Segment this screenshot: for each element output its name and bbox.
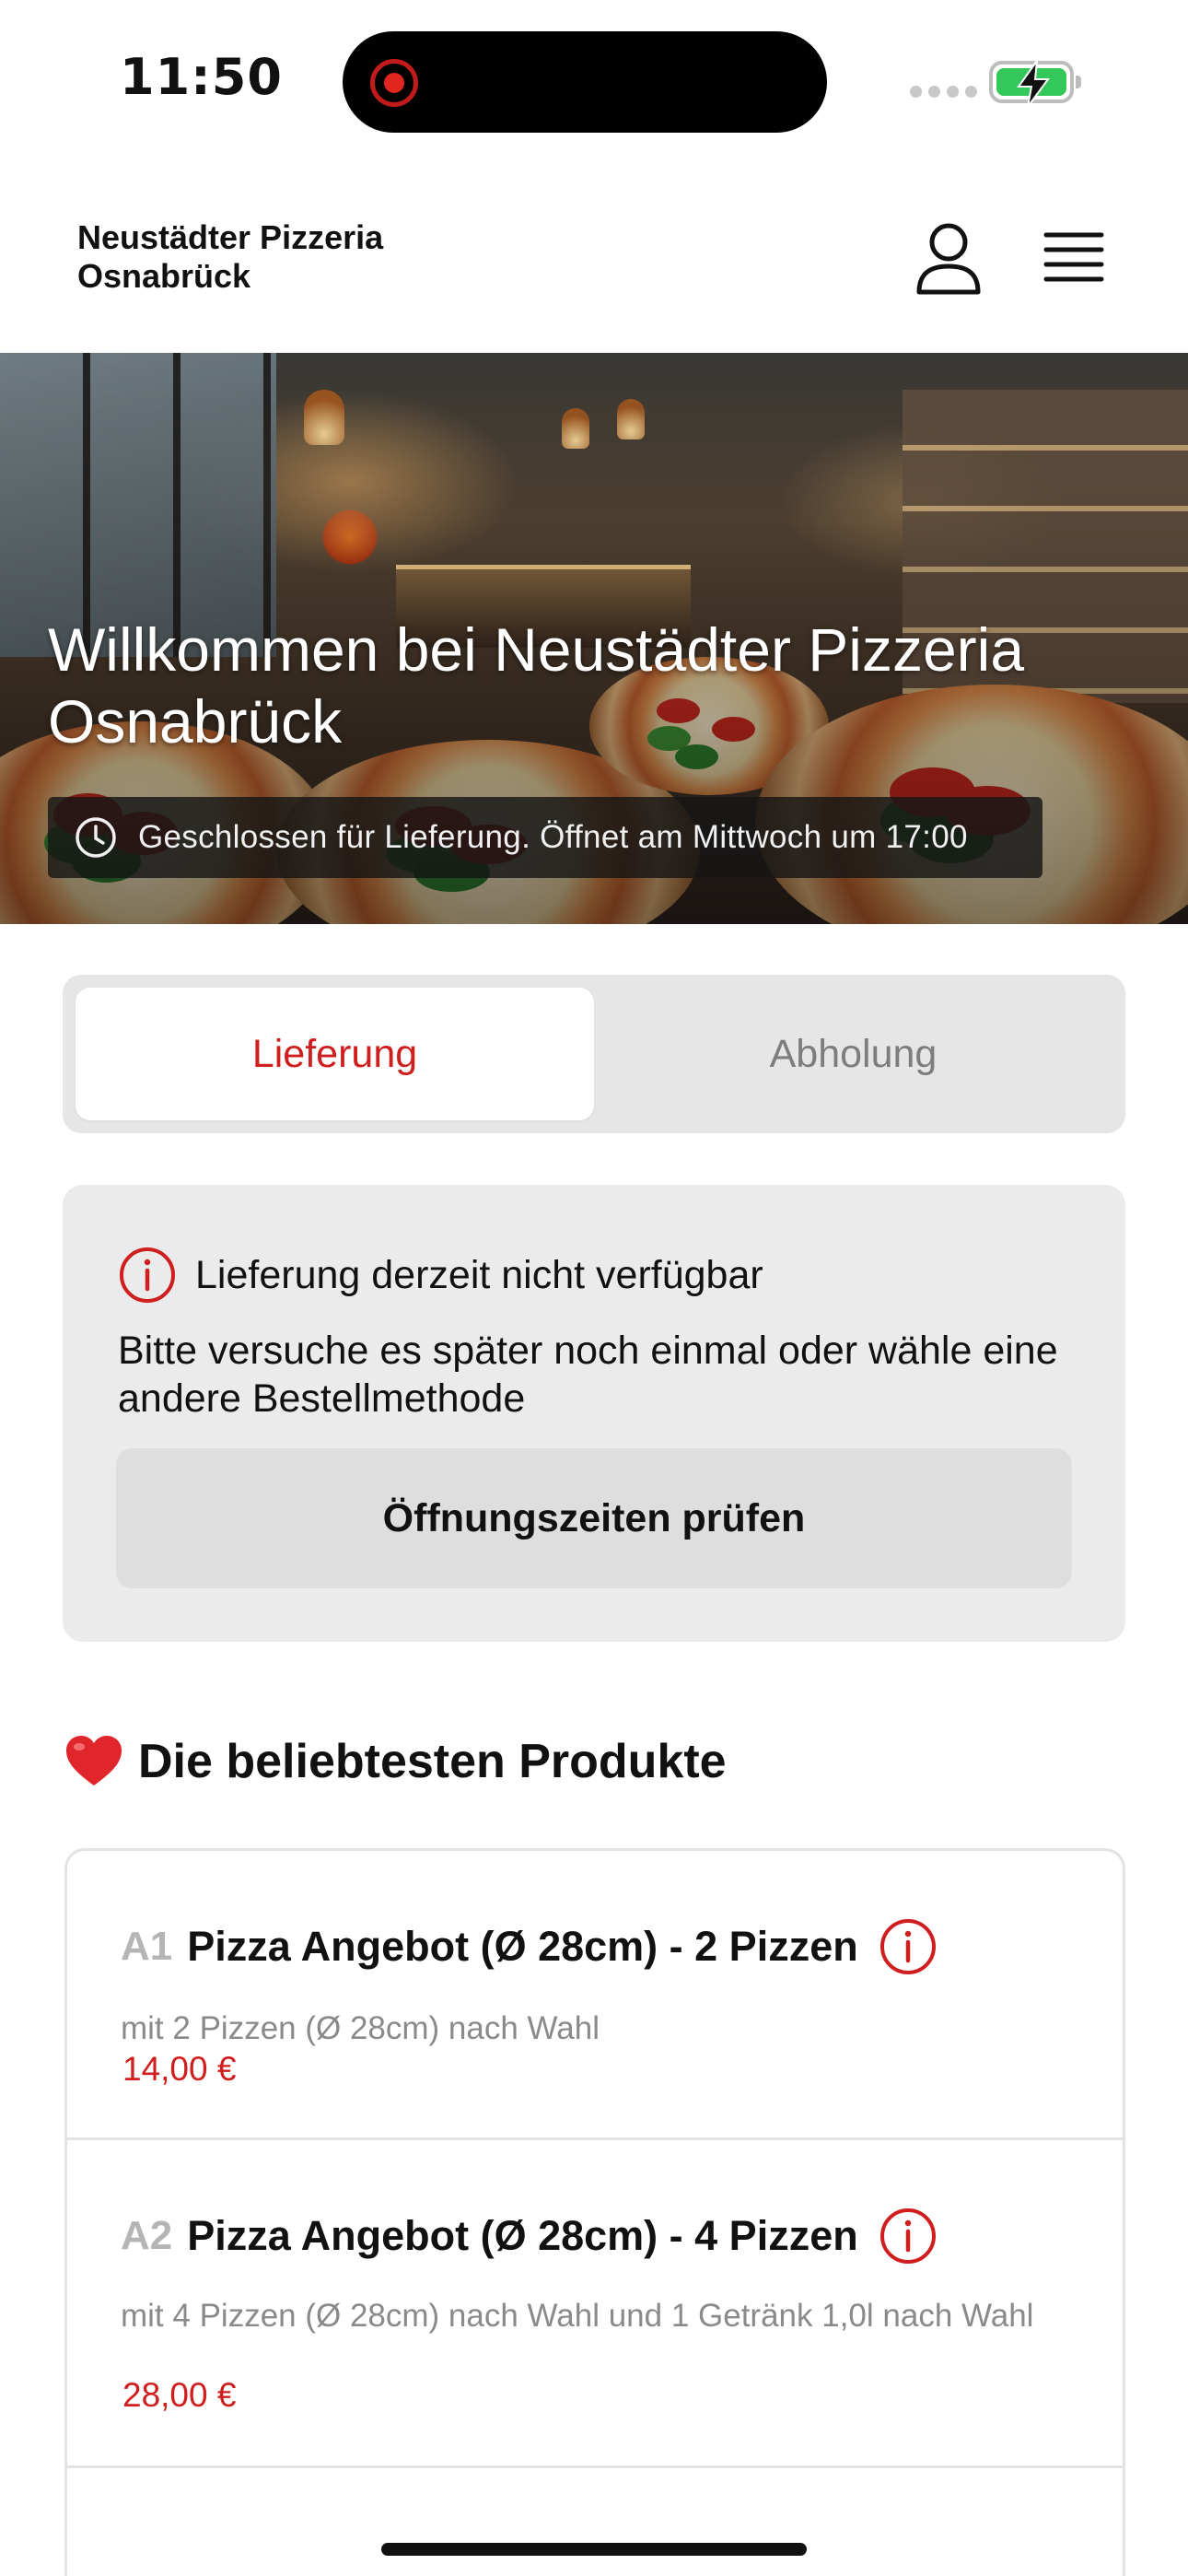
recording-icon	[370, 59, 418, 107]
product-price: 14,00 €	[122, 2050, 237, 2088]
product-item[interactable]: A2 Pizza Angebot (Ø 28cm) - 4 Pizzen mit…	[67, 2140, 1123, 2468]
info-icon[interactable]	[879, 2207, 938, 2266]
signal-icon	[910, 86, 977, 98]
popular-products-heading: Die beliebtesten Produkte	[64, 1734, 727, 1789]
product-code: A1	[121, 1924, 173, 1969]
popular-products-title: Die beliebtesten Produkte	[138, 1735, 727, 1788]
tab-pickup[interactable]: Abholung	[594, 988, 1112, 1120]
person-icon	[916, 223, 981, 295]
notice-text: Bitte versuche es später noch einmal ode…	[118, 1329, 1058, 1421]
product-item[interactable]: A1 Pizza Angebot (Ø 28cm) - 2 Pizzen mit…	[67, 1851, 1123, 2140]
hamburger-menu-icon	[1043, 232, 1104, 282]
clock-icon	[76, 817, 116, 858]
status-bar: 11:50	[0, 0, 1188, 161]
battery-icon	[989, 59, 1081, 108]
product-description: mit 4 Pizzen (Ø 28cm) nach Wahl und 1 Ge…	[121, 2298, 1034, 2334]
app-header: Neustädter Pizzeria Osnabrück	[0, 161, 1188, 353]
info-icon	[120, 1247, 175, 1303]
profile-button[interactable]	[914, 220, 984, 298]
product-code: A2	[121, 2213, 173, 2258]
opening-hours-badge: Geschlossen für Lieferung. Öffnet am Mit…	[48, 797, 1042, 878]
brand-line-1: Neustädter Pizzeria	[77, 218, 384, 256]
check-opening-hours-button[interactable]: Öffnungszeiten prüfen	[116, 1448, 1072, 1588]
product-name: Pizza Angebot (Ø 28cm) - 4 Pizzen	[187, 2212, 858, 2259]
product-description: mit 2 Pizzen (Ø 28cm) nach Wahl	[121, 2010, 600, 2046]
brand-line-2: Osnabrück	[77, 257, 251, 295]
product-list: A1 Pizza Angebot (Ø 28cm) - 2 Pizzen mit…	[64, 1848, 1125, 2576]
info-icon[interactable]	[879, 1917, 938, 1976]
notice-title: Lieferung derzeit nicht verfügbar	[195, 1252, 763, 1297]
restaurant-name[interactable]: Neustädter Pizzeria Osnabrück	[77, 218, 383, 296]
hero-banner: Willkommen bei Neustädter Pizzeria Osnab…	[0, 353, 1188, 924]
order-method-tabs: Lieferung Abholung	[63, 975, 1125, 1133]
menu-button[interactable]	[1041, 228, 1107, 287]
hero-title: Willkommen bei Neustädter Pizzeria Osnab…	[48, 615, 1025, 755]
product-name: Pizza Angebot (Ø 28cm) - 2 Pizzen	[187, 1923, 858, 1970]
opening-hours-text: Geschlossen für Lieferung. Öffnet am Mit…	[138, 819, 968, 855]
tab-delivery[interactable]: Lieferung	[76, 988, 594, 1120]
home-indicator[interactable]	[381, 2543, 807, 2556]
heart-icon	[66, 1736, 122, 1786]
dynamic-island	[343, 31, 827, 133]
status-time: 11:50	[120, 48, 283, 106]
product-price: 28,00 €	[122, 2376, 237, 2414]
delivery-unavailable-notice: Lieferung derzeit nicht verfügbar Bitte …	[63, 1185, 1125, 1642]
